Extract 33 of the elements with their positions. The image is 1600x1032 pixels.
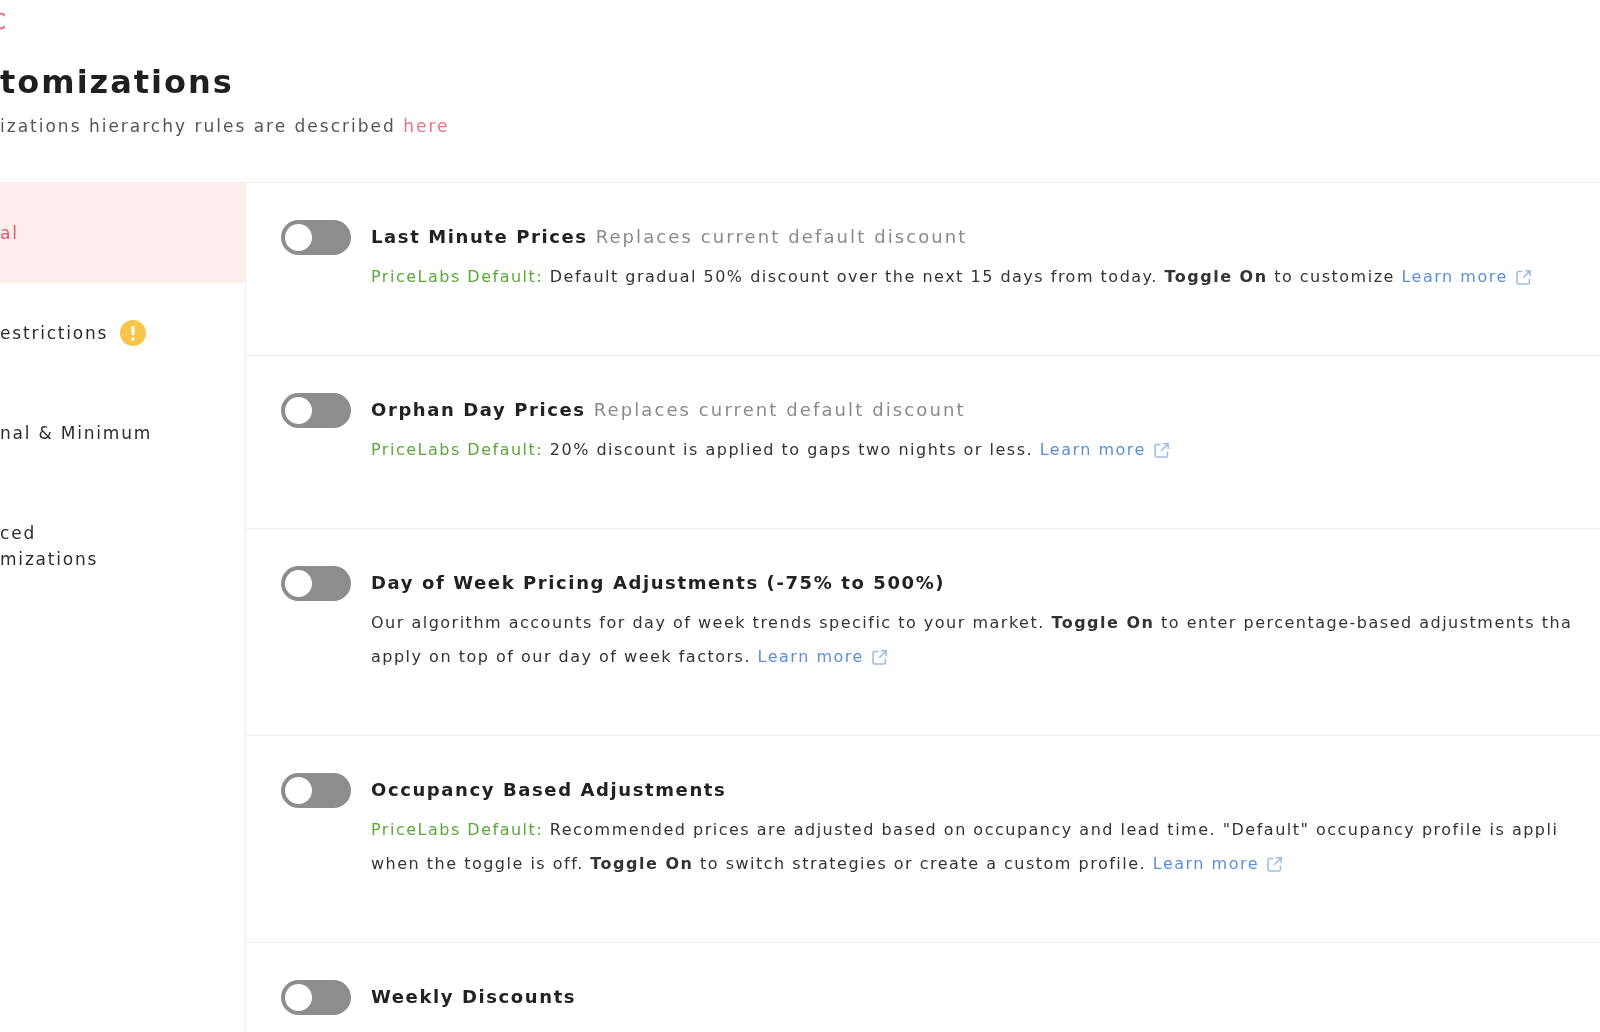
toggle-switch[interactable] <box>281 566 351 601</box>
sidebar-tab[interactable]: nal & Minimum <box>0 383 245 483</box>
sidebar-tab[interactable]: estrictions <box>0 283 245 383</box>
setting-title: Day of Week Pricing Adjustments (-75% to 500%) <box>371 571 946 595</box>
setting-description: PriceLabs Default: Recommended prices are adjusted based on occupancy and lead time. "Default" occupancy profile is appli <box>371 819 1559 841</box>
setting-description: when the toggle is off. Toggle On to switch strategies or create a custom profile. Learn more <box>371 847 1559 881</box>
setting-description: PriceLabs Default: Default gradual 50% discount over the next 15 days from today. Toggle On to customize Learn more <box>371 260 1531 294</box>
setting-note: Replaces current default discount <box>593 398 966 422</box>
rules-link[interactable]: here <box>403 116 450 136</box>
external-link-icon <box>1515 269 1531 285</box>
setting-description: Our algorithm accounts for day of week trends specific to your market. Toggle On to enter percentage-based adjustments tha <box>371 612 1573 634</box>
setting-description: apply on top of our day of week factors. Learn more <box>371 640 1573 674</box>
toggle-switch[interactable] <box>281 980 351 1015</box>
learn-more-link[interactable]: Learn more <box>1401 260 1531 294</box>
page-title: tomizations <box>0 62 235 102</box>
external-link-icon <box>871 649 887 665</box>
sidebar-tab[interactable]: ced mizations <box>0 483 245 609</box>
learn-more-link[interactable]: Learn more <box>1152 847 1282 881</box>
external-link-icon <box>1267 856 1282 872</box>
setting-description: PriceLabs Default: 20% discount is applied to gaps two nights or less. Learn more <box>371 433 1169 467</box>
page-subtitle: izations hierarchy rules are described here <box>0 115 451 137</box>
toggle-switch[interactable] <box>281 220 351 255</box>
external-link-icon <box>1153 442 1169 458</box>
setting-title: Weekly Discounts <box>371 985 577 1009</box>
learn-more-link[interactable]: Learn more <box>1039 433 1169 467</box>
setting-title: Last Minute Prices <box>371 225 588 249</box>
toggle-switch[interactable] <box>281 773 351 808</box>
setting-title: Orphan Day Prices <box>371 398 586 422</box>
setting-note: Replaces current default discount <box>595 225 968 249</box>
learn-more-link[interactable]: Learn more <box>757 640 887 674</box>
sidebar-tab[interactable]: al <box>0 183 245 283</box>
toggle-switch[interactable] <box>281 393 351 428</box>
setting-title: Occupancy Based Adjustments <box>371 778 727 802</box>
